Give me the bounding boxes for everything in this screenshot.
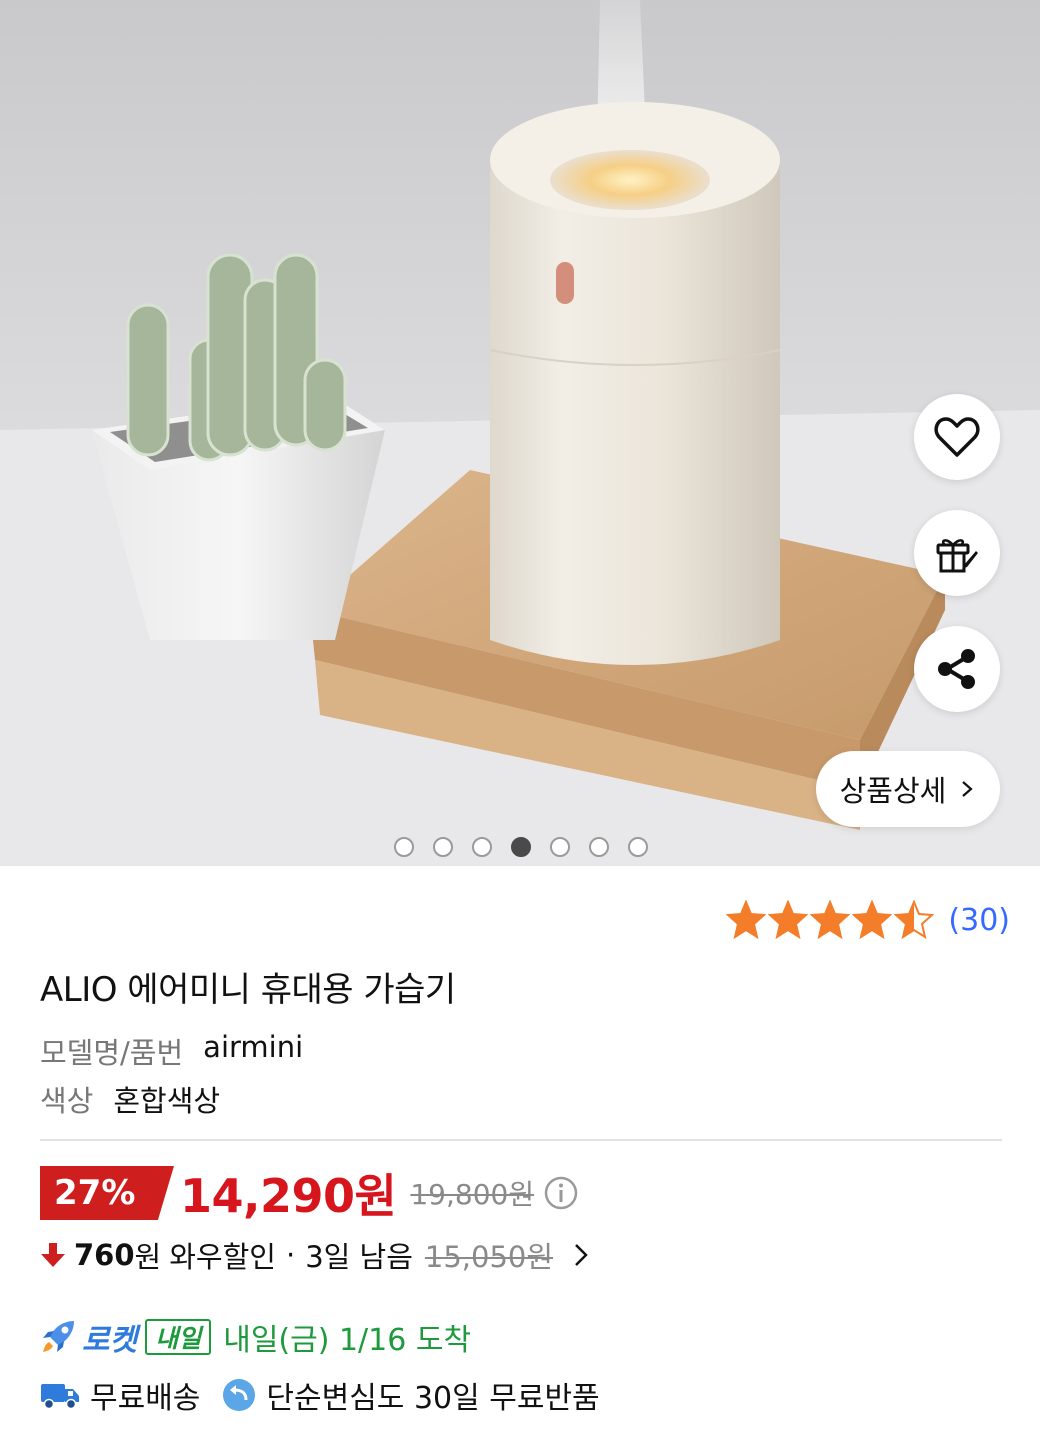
spec-model: 모델명/품번 airmini (40, 1030, 303, 1072)
star-icon (726, 900, 767, 940)
gift-button[interactable] (914, 510, 1000, 596)
product-title: ALIO 에어미니 휴대용 가습기 (40, 970, 456, 1010)
carousel-dot[interactable] (394, 837, 414, 857)
product-detail-label: 상품상세 (839, 774, 947, 808)
rocket-icon (43, 1321, 74, 1352)
price-row: 27% 14,290원 19,800원 (40, 1164, 578, 1223)
share-button[interactable] (914, 626, 1000, 712)
share-icon (938, 649, 975, 689)
star-icon (894, 900, 935, 940)
shipping-row: 무료배송 단순변심도 30일 무료반품 (40, 1372, 600, 1418)
wow-discount-row[interactable]: 760 원 와우할인 · 3일 남음 15,050원 (40, 1232, 589, 1278)
arrival-date: 내일(금) 1/16 도착 (223, 1323, 472, 1358)
star-icon (768, 900, 809, 940)
spec-color-label: 색상 (40, 1084, 94, 1118)
sale-price: 14,290원 (180, 1169, 397, 1223)
separator-dot: · (285, 1238, 296, 1272)
rocket-delivery-row: 로켓 내일 내일(금) 1/16 도착 (40, 1314, 471, 1360)
carousel-dot[interactable] (511, 837, 531, 857)
star-rating (726, 900, 935, 940)
product-photo (0, 0, 1040, 866)
arrow-down-icon (41, 1243, 65, 1267)
wow-discount-amount: 760 (74, 1238, 135, 1272)
rocket-label: 로켓 (82, 1323, 138, 1358)
truck-icon (41, 1384, 79, 1410)
discount-badge: 27% (40, 1166, 174, 1220)
chevron-right-icon (575, 1244, 588, 1266)
spec-model-value: airmini (203, 1030, 304, 1064)
spec-model-label: 모델명/품번 (40, 1036, 184, 1070)
rating[interactable]: (30) (726, 900, 1010, 940)
product-detail-button[interactable]: 상품상세 (816, 751, 1000, 827)
spec-color-value: 혼합색상 (113, 1084, 221, 1118)
tomorrow-badge: 내일 (145, 1319, 212, 1355)
product-image[interactable]: 상품상세 (0, 0, 1040, 866)
return-icon (223, 1379, 256, 1411)
carousel-dots (394, 837, 648, 857)
spec-color: 색상 혼합색상 (40, 1078, 220, 1120)
carousel-dot[interactable] (550, 837, 570, 857)
free-return: 단순변심도 30일 무료반품 (266, 1381, 600, 1416)
star-icon (852, 900, 893, 940)
wow-strike-price: 15,050원 (424, 1240, 554, 1274)
wishlist-button[interactable] (914, 394, 1000, 480)
wow-discount-label: 와우할인 (169, 1240, 276, 1274)
carousel-dot[interactable] (472, 837, 492, 857)
chevron-right-icon (962, 781, 974, 797)
original-price: 19,800원 (410, 1178, 535, 1211)
info-icon[interactable] (544, 1176, 578, 1210)
star-icon (810, 900, 851, 940)
heart-icon (934, 417, 980, 457)
wow-days-left: 3일 남음 (305, 1240, 413, 1274)
carousel-dot[interactable] (589, 837, 609, 857)
carousel-dot[interactable] (433, 837, 453, 857)
divider (40, 1139, 1002, 1141)
free-shipping: 무료배송 (90, 1381, 201, 1416)
gift-rocket-icon (936, 539, 978, 573)
review-count[interactable]: (30) (948, 903, 1010, 938)
carousel-dot[interactable] (628, 837, 648, 857)
wow-discount-unit: 원 (134, 1240, 162, 1274)
